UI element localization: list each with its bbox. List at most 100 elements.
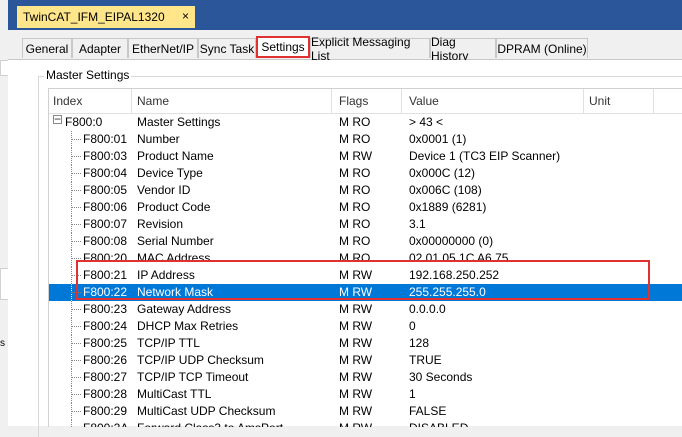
name-cell: TCP/IP TCP Timeout (137, 370, 249, 384)
flags-cell: M RW (339, 268, 373, 282)
index-cell: F800:20 (83, 251, 128, 265)
name-cell: TCP/IP TTL (137, 336, 200, 350)
column-header-flags[interactable]: Flags (339, 94, 368, 108)
value-cell: 255.255.255.0 (409, 285, 486, 299)
column-header-unit[interactable]: Unit (589, 94, 610, 108)
index-cell: F800:28 (83, 387, 128, 401)
table-row[interactable]: F800:22 Network Mask M RW 255.255.255.0 (49, 284, 682, 301)
index-cell: F800:06 (83, 200, 128, 214)
tab-label: Sync Task (199, 41, 255, 56)
tab-diag-history[interactable]: Diag History (430, 35, 496, 63)
table-row[interactable]: F800:27 TCP/IP TCP Timeout M RW 30 Seconds (49, 369, 682, 386)
table-row[interactable]: F800:01 Number M RO 0x0001 (1) (49, 131, 682, 148)
tree-branch (71, 343, 81, 344)
flags-cell: M RW (339, 387, 373, 401)
value-cell: 0.0.0.0 (409, 302, 446, 316)
table-row[interactable]: F800:28 MultiCast TTL M RW 1 (49, 386, 682, 403)
value-cell: 0x0001 (1) (409, 132, 467, 146)
tab-label: DPRAM (Online) (497, 41, 587, 56)
index-cell: F800:21 (83, 268, 128, 282)
close-icon[interactable]: × (182, 9, 189, 23)
name-cell: Number (137, 132, 180, 146)
value-cell: TRUE (409, 353, 442, 367)
name-cell: Device Type (137, 166, 203, 180)
index-cell: F800:27 (83, 370, 128, 384)
tab-dpram-online[interactable]: DPRAM (Online) (496, 38, 588, 58)
flags-cell: M RO (339, 132, 371, 146)
collapse-icon[interactable]: − (53, 113, 62, 125)
document-tab-bar: TwinCAT_IFM_EIPAL1320 × (8, 0, 682, 30)
tree-row-parent[interactable]: − F800:0 Master Settings M RO > 43 < (49, 113, 682, 131)
tree-branch (71, 258, 81, 259)
flags-cell: M RO (339, 166, 371, 180)
table-row[interactable]: F800:29 MultiCast UDP Checksum M RW FALSE (49, 403, 682, 420)
tab-settings[interactable]: Settings (256, 36, 310, 58)
tab-label: General (25, 41, 69, 56)
tree-branch (71, 275, 81, 276)
tree-branch (71, 156, 81, 157)
value-cell: 0x1889 (6281) (409, 200, 487, 214)
table-row[interactable]: F800:06 Product Code M RO 0x1889 (6281) (49, 199, 682, 216)
name-cell: MAC Address (137, 251, 211, 265)
name-cell: Network Mask (137, 285, 214, 299)
value-cell: 128 (409, 336, 430, 350)
tab-sync-task[interactable]: Sync Task (198, 38, 256, 58)
table-row[interactable]: F800:04 Device Type M RO 0x000C (12) (49, 165, 682, 182)
flags-cell: M RO (339, 251, 371, 265)
tree-branch (71, 309, 81, 310)
tab-adapter[interactable]: Adapter (72, 38, 128, 58)
tree-branch (71, 377, 81, 378)
settings-panel: Master Settings Index Name Flags Value U… (8, 60, 682, 437)
value-cell: 30 Seconds (409, 370, 473, 384)
table-row[interactable]: F800:26 TCP/IP UDP Checksum M RW TRUE (49, 352, 682, 369)
group-title: Master Settings (44, 68, 132, 82)
document-tab[interactable]: TwinCAT_IFM_EIPAL1320 × (17, 6, 195, 28)
table-row[interactable]: F800:25 TCP/IP TTL M RW 128 (49, 335, 682, 352)
flags-cell: M RO (339, 234, 371, 248)
name-cell: IP Address (137, 268, 195, 282)
flags-cell: M RW (339, 421, 372, 427)
name-cell: MultiCast UDP Checksum (137, 404, 276, 418)
tree-branch (71, 190, 81, 191)
tree-branch (71, 292, 81, 293)
table-row[interactable]: F800:08 Serial Number M RO 0x00000000 (0) (49, 233, 682, 250)
table-row[interactable]: F800:20 MAC Address M RO 02 01 05 1C A6 75 (49, 250, 682, 267)
value-cell: 0 (409, 319, 416, 333)
column-header-value[interactable]: Value (409, 94, 439, 108)
table-row[interactable]: F800:24 DHCP Max Retries M RW 0 (49, 318, 682, 335)
tab-ethernet-ip[interactable]: EtherNet/IP (128, 38, 198, 58)
tree-branch (71, 394, 81, 395)
tab-explicit-messaging-list[interactable]: Explicit Messaging List (310, 35, 430, 63)
tree-branch (71, 360, 81, 361)
name-cell: TCP/IP UDP Checksum (137, 353, 264, 367)
value-cell: DISABLED (409, 421, 468, 427)
index-cell: F800:04 (83, 166, 128, 180)
column-header-index[interactable]: Index (53, 94, 82, 108)
name-cell: Product Code (137, 200, 211, 214)
value-cell: 0x00000000 (0) (409, 234, 494, 248)
left-panel-glyph: s (0, 338, 5, 349)
tree-branch (71, 411, 81, 412)
value-cell: Device 1 (TC3 EIP Scanner) (409, 149, 561, 163)
table-row[interactable]: F800:03 Product Name M RW Device 1 (TC3 EIP… (49, 148, 682, 165)
flags-cell: M RO (339, 115, 371, 129)
name-cell: Gateway Address (137, 302, 232, 316)
table-row[interactable]: F800:21 IP Address M RW 192.168.250.252 (49, 267, 682, 284)
name-cell: Product Name (137, 149, 214, 163)
index-cell: F800:07 (83, 217, 128, 231)
value-cell: 0x000C (12) (409, 166, 476, 180)
index-cell: F800:01 (83, 132, 128, 146)
name-cell: Master Settings (137, 115, 221, 129)
index-cell: F800:0 (65, 115, 103, 129)
column-header-name[interactable]: Name (137, 94, 169, 108)
tab-general[interactable]: General (22, 38, 72, 58)
tree-branch (71, 241, 81, 242)
table-row[interactable]: F800:07 Revision M RO 3.1 (49, 216, 682, 233)
name-cell: Revision (137, 217, 184, 231)
value-cell: FALSE (409, 404, 447, 418)
table-row[interactable]: F800:05 Vendor ID M RO 0x006C (108) (49, 182, 682, 199)
value-cell: 3.1 (409, 217, 426, 231)
tree-branch (71, 207, 81, 208)
table-row[interactable]: F800:23 Gateway Address M RW 0.0.0.0 (49, 301, 682, 318)
flags-cell: M RW (339, 404, 373, 418)
